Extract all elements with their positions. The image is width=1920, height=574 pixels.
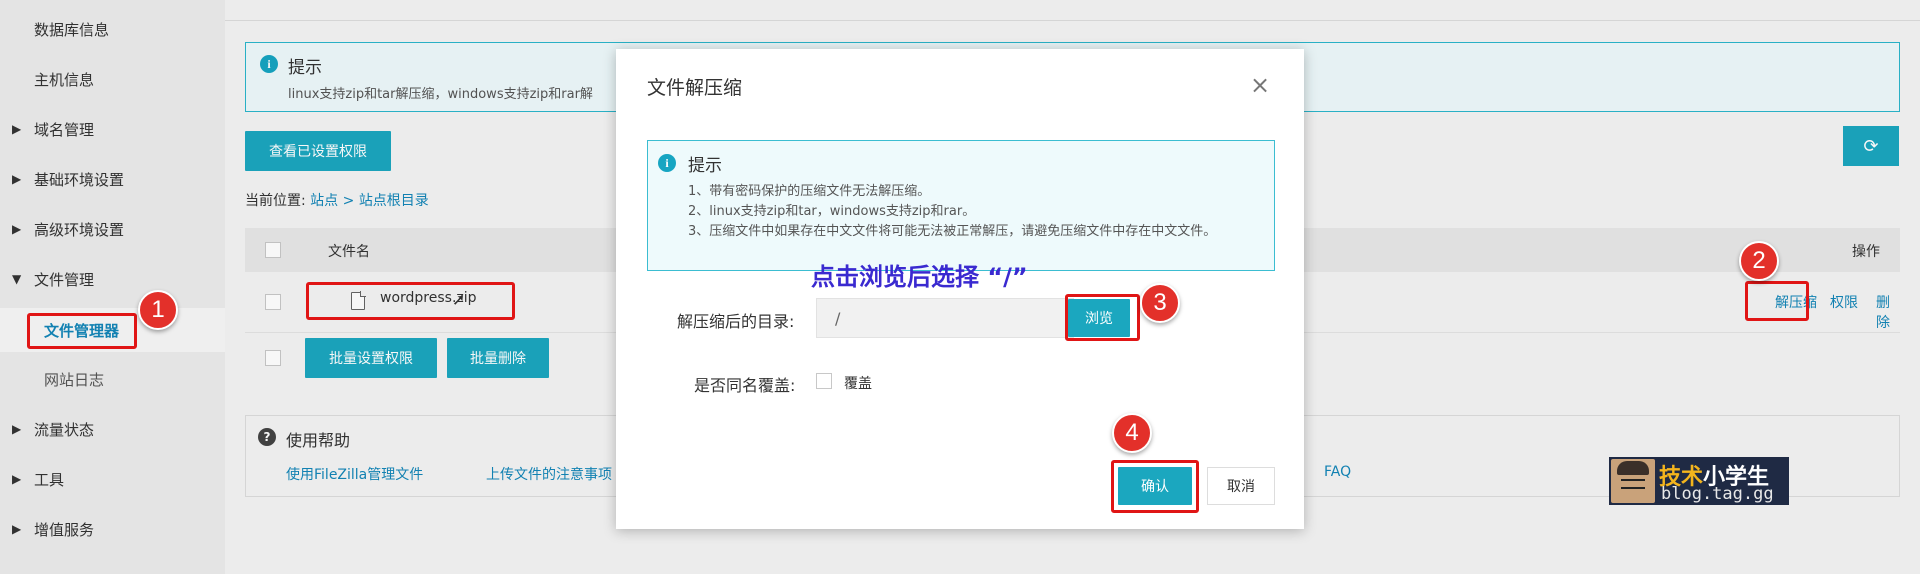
dialog-tip-title: 提示 bbox=[688, 156, 722, 176]
watermark-url: blog.tag.gg bbox=[1661, 484, 1774, 504]
extract-dir-input[interactable]: / bbox=[816, 298, 1074, 338]
dialog-tip-panel: i 提示 1、带有密码保护的压缩文件无法解压缩。 2、linux支持zip和ta… bbox=[647, 140, 1275, 271]
extract-dialog: 文件解压缩 × i 提示 1、带有密码保护的压缩文件无法解压缩。 2、linux… bbox=[616, 49, 1304, 529]
step-badge-1: 1 bbox=[138, 290, 178, 330]
info-icon: i bbox=[658, 154, 676, 172]
overwrite-checkbox-label: 覆盖 bbox=[844, 376, 872, 392]
dialog-tip-line: 2、linux支持zip和tar，windows支持zip和rar。 bbox=[688, 204, 976, 219]
overwrite-checkbox[interactable] bbox=[816, 373, 832, 389]
highlight-extract-link bbox=[1745, 281, 1809, 321]
close-icon[interactable]: × bbox=[1250, 71, 1270, 99]
step-badge-2: 2 bbox=[1739, 241, 1779, 281]
highlight-browse-button bbox=[1065, 294, 1140, 341]
step-badge-4: 4 bbox=[1112, 413, 1152, 453]
highlight-confirm-button bbox=[1111, 460, 1199, 513]
cancel-button[interactable]: 取消 bbox=[1207, 467, 1275, 505]
extract-dir-value: / bbox=[835, 308, 841, 328]
highlight-wordpress-zip bbox=[306, 282, 515, 320]
dir-label: 解压缩后的目录: bbox=[677, 312, 795, 331]
avatar bbox=[1611, 459, 1655, 503]
watermark-logo: 技术小学生 blog.tag.gg bbox=[1609, 457, 1789, 505]
dialog-tip-line: 1、带有密码保护的压缩文件无法解压缩。 bbox=[688, 184, 931, 199]
step-badge-3: 3 bbox=[1140, 283, 1180, 323]
dialog-title: 文件解压缩 bbox=[647, 77, 743, 99]
instruction-annotation: 点击浏览后选择 “/” bbox=[811, 263, 1028, 291]
dialog-tip-line: 3、压缩文件中如果存在中文文件将可能无法被正常解压，请避免压缩文件中存在中文文件… bbox=[688, 224, 1217, 239]
overwrite-label: 是否同名覆盖: bbox=[694, 376, 796, 395]
highlight-file-manager bbox=[27, 313, 137, 349]
